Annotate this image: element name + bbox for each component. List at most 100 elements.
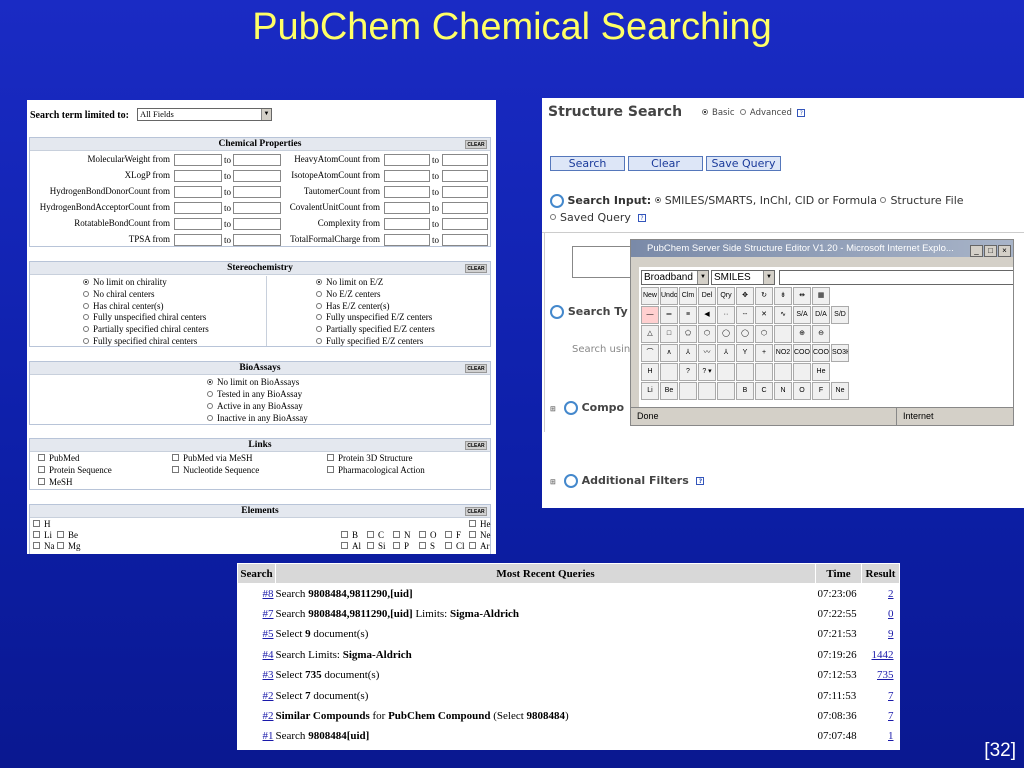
query-result-link[interactable]: 2 xyxy=(861,583,900,605)
element-checkbox[interactable]: Al xyxy=(341,541,361,552)
checkbox-option[interactable]: PubMed xyxy=(38,453,80,464)
editor-tool-button[interactable]: Ne xyxy=(831,382,849,400)
editor-tool-button[interactable] xyxy=(679,382,697,400)
radio-option[interactable]: No chiral centers xyxy=(83,289,154,300)
radio-button[interactable] xyxy=(83,302,89,309)
checkbox[interactable] xyxy=(33,520,40,528)
query-number-link[interactable]: #8 xyxy=(237,583,276,605)
editor-tool-button[interactable]: ⅄ xyxy=(679,344,697,362)
editor-tool-button[interactable] xyxy=(774,363,792,381)
editor-tool-button[interactable]: ? ▾ xyxy=(698,363,716,381)
checkbox[interactable] xyxy=(367,542,374,550)
radio-option[interactable]: No limit on chirality xyxy=(83,277,167,288)
editor-tool-button[interactable]: SO3H xyxy=(831,344,849,362)
checkbox[interactable] xyxy=(341,542,348,550)
query-number-link[interactable]: #3 xyxy=(237,665,276,686)
radio-option[interactable]: Partially specified chiral centers xyxy=(83,324,209,335)
editor-tool-button[interactable]: — xyxy=(641,306,659,324)
checkbox[interactable] xyxy=(469,520,476,528)
property-from-input[interactable] xyxy=(384,218,430,230)
editor-tool-button[interactable]: ⬠ xyxy=(679,325,697,343)
editor-tool-button[interactable]: Li xyxy=(641,382,659,400)
editor-tool-button[interactable]: ⊖ xyxy=(812,325,830,343)
checkbox[interactable] xyxy=(172,454,179,462)
search-field-select[interactable]: All Fields ▼ xyxy=(137,108,272,121)
radio-button[interactable] xyxy=(207,414,213,421)
element-checkbox[interactable]: N xyxy=(393,530,411,541)
radio-button[interactable] xyxy=(207,402,213,409)
editor-tool-button[interactable]: Qry xyxy=(717,287,735,305)
close-icon[interactable]: × xyxy=(998,245,1011,257)
editor-tool-button[interactable]: ⇹ xyxy=(793,287,811,305)
checkbox[interactable] xyxy=(469,531,476,539)
element-checkbox[interactable]: S xyxy=(419,541,435,552)
checkbox[interactable] xyxy=(393,542,400,550)
help-icon[interactable]: ? xyxy=(637,214,646,222)
editor-tool-button[interactable]: C xyxy=(755,382,773,400)
editor-tool-button[interactable]: ✥ xyxy=(736,287,754,305)
property-to-input[interactable] xyxy=(233,202,281,214)
radio-button[interactable] xyxy=(83,314,89,321)
property-from-input[interactable] xyxy=(174,234,222,246)
clear-button[interactable]: CLEAR xyxy=(465,441,487,450)
editor-tool-button[interactable]: 〰 xyxy=(698,344,716,362)
editor-tool-button[interactable]: F xyxy=(812,382,830,400)
clear-button[interactable]: Clear xyxy=(628,156,703,171)
editor-tool-button[interactable] xyxy=(660,363,678,381)
query-number-link[interactable]: #2 xyxy=(237,705,276,727)
format-select[interactable]: Broadband ▼ xyxy=(641,270,709,285)
property-from-input[interactable] xyxy=(174,218,222,230)
editor-tool-button[interactable]: ◯ xyxy=(717,325,735,343)
editor-tool-button[interactable]: ⅄ xyxy=(717,344,735,362)
editor-tool-button[interactable]: S/D xyxy=(831,306,849,324)
additional-filters-row[interactable]: ⊞ Additional Filters ? xyxy=(550,474,705,488)
checkbox-option[interactable]: Nucleotide Sequence xyxy=(172,465,259,476)
editor-tool-button[interactable]: ⌒ xyxy=(641,344,659,362)
editor-tool-button[interactable]: ▦ xyxy=(812,287,830,305)
checkbox[interactable] xyxy=(327,454,334,462)
editor-tool-button[interactable]: ═ xyxy=(660,306,678,324)
editor-tool-button[interactable]: NO2 xyxy=(774,344,792,362)
radio-button[interactable] xyxy=(207,378,213,385)
clear-button[interactable]: CLEAR xyxy=(465,507,487,516)
smiles-radio[interactable] xyxy=(654,197,661,203)
checkbox[interactable] xyxy=(445,531,452,539)
editor-tool-button[interactable]: COOH xyxy=(793,344,811,362)
property-to-input[interactable] xyxy=(233,186,281,198)
radio-button[interactable] xyxy=(316,290,322,297)
query-number-link[interactable]: #7 xyxy=(237,603,276,625)
property-to-input[interactable] xyxy=(233,154,281,166)
editor-tool-button[interactable]: Undo xyxy=(660,287,678,305)
radio-button[interactable] xyxy=(83,278,89,285)
radio-option[interactable]: No E/Z centers xyxy=(316,289,380,300)
editor-tool-button[interactable]: O xyxy=(793,382,811,400)
editor-tool-button[interactable] xyxy=(793,363,811,381)
editor-tool-button[interactable]: B xyxy=(736,382,754,400)
advanced-radio[interactable] xyxy=(739,108,746,115)
radio-button[interactable] xyxy=(83,326,89,333)
editor-tool-button[interactable]: -- xyxy=(736,306,754,324)
element-checkbox[interactable]: Si xyxy=(367,541,386,552)
editor-tool-button[interactable]: He xyxy=(812,363,830,381)
property-from-input[interactable] xyxy=(384,186,430,198)
element-checkbox[interactable]: Cl xyxy=(445,541,465,552)
radio-button[interactable] xyxy=(316,326,322,333)
query-result-link[interactable]: 7 xyxy=(861,705,900,727)
clear-button[interactable]: CLEAR xyxy=(465,140,487,149)
search-button[interactable]: Search xyxy=(550,156,625,171)
checkbox[interactable] xyxy=(33,542,40,550)
basic-radio[interactable] xyxy=(702,108,708,115)
saved-query-radio[interactable] xyxy=(550,214,556,220)
help-icon[interactable]: ? xyxy=(696,477,705,485)
checkbox[interactable] xyxy=(38,478,45,486)
checkbox[interactable] xyxy=(38,466,45,474)
property-from-input[interactable] xyxy=(384,202,430,214)
checkbox[interactable] xyxy=(393,531,400,539)
editor-tool-button[interactable]: □ xyxy=(660,325,678,343)
property-from-input[interactable] xyxy=(174,186,222,198)
radio-button[interactable] xyxy=(83,290,89,297)
help-icon[interactable]: ? xyxy=(797,108,806,117)
query-number-link[interactable]: #2 xyxy=(237,685,276,707)
query-number-link[interactable]: #5 xyxy=(237,624,276,646)
editor-tool-button[interactable]: N xyxy=(774,382,792,400)
